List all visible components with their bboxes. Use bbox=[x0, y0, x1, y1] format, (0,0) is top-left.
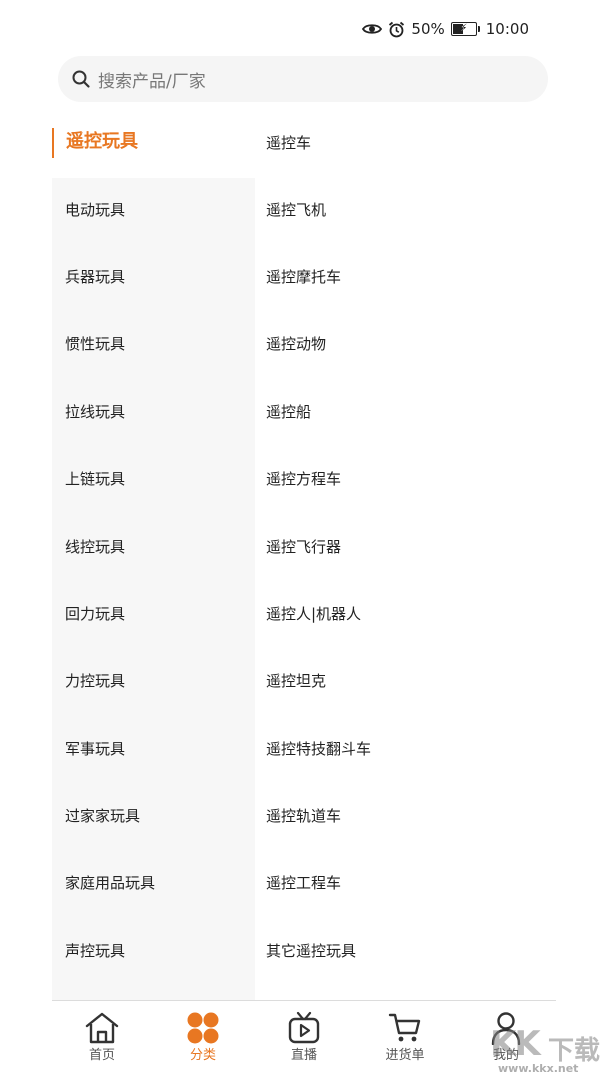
tab-home[interactable]: 首页 bbox=[62, 1011, 142, 1065]
tab-live[interactable]: 直播 bbox=[264, 1011, 344, 1065]
tab-category[interactable]: 分类 bbox=[163, 1011, 243, 1065]
category-item[interactable]: 惯性玩具 bbox=[65, 333, 125, 355]
live-tv-icon bbox=[288, 1011, 320, 1044]
search-icon bbox=[72, 70, 90, 88]
search-bar[interactable]: 搜索产品/厂家 bbox=[58, 56, 548, 102]
watermark-url: www.kkx.net bbox=[498, 1062, 579, 1075]
charging-bolt-icon: ⚡ bbox=[460, 23, 468, 34]
subcategory-item[interactable]: 遥控轨道车 bbox=[266, 805, 341, 827]
tab-cart[interactable]: 进货单 bbox=[365, 1011, 445, 1065]
bottom-nav-divider bbox=[52, 1000, 556, 1001]
subcategory-item[interactable]: 遥控飞行器 bbox=[266, 536, 341, 558]
category-item[interactable]: 家庭用品玩具 bbox=[65, 872, 155, 894]
tab-category-label: 分类 bbox=[189, 1048, 216, 1063]
subcategory-item[interactable]: 遥控坦克 bbox=[266, 670, 326, 692]
watermark-logo: KK bbox=[490, 1024, 541, 1064]
category-item[interactable]: 声控玩具 bbox=[65, 940, 125, 962]
subcategory-item[interactable]: 遥控动物 bbox=[266, 333, 326, 355]
category-item[interactable]: 电动玩具 bbox=[65, 199, 125, 221]
tab-live-label: 直播 bbox=[290, 1048, 317, 1063]
cart-icon bbox=[388, 1013, 421, 1042]
alarm-icon bbox=[389, 21, 405, 37]
tab-cart-label: 进货单 bbox=[385, 1048, 425, 1063]
battery-percent: 50% bbox=[411, 20, 445, 38]
clock: 10:00 bbox=[485, 20, 529, 38]
active-indicator bbox=[52, 128, 54, 158]
category-item[interactable]: 线控玩具 bbox=[65, 536, 125, 558]
category-item[interactable]: 拉线玩具 bbox=[65, 401, 125, 423]
category-item[interactable]: 兵器玩具 bbox=[65, 266, 125, 288]
subcategory-item[interactable]: 其它遥控玩具 bbox=[266, 940, 356, 962]
subcategory-item[interactable]: 遥控工程车 bbox=[266, 872, 341, 894]
kkx-watermark: KK 下载 www.kkx.net bbox=[490, 1024, 602, 1076]
subcategory-item[interactable]: 遥控人|机器人 bbox=[266, 603, 361, 625]
tab-home-label: 首页 bbox=[88, 1048, 115, 1063]
subcategory-item[interactable]: 遥控车 bbox=[266, 132, 311, 154]
home-icon bbox=[85, 1012, 119, 1044]
eye-icon bbox=[362, 24, 383, 34]
status-indicators: 50% ⚡ 10:00 bbox=[362, 18, 529, 40]
category-item[interactable]: 力控玩具 bbox=[65, 670, 125, 692]
subcategory-item[interactable]: 遥控摩托车 bbox=[266, 266, 341, 288]
category-item-active[interactable]: 遥控玩具 bbox=[66, 131, 138, 153]
battery-icon: ⚡ bbox=[450, 22, 480, 36]
subcategory-item[interactable]: 遥控特技翻斗车 bbox=[266, 738, 371, 760]
subcategory-item[interactable]: 遥控船 bbox=[266, 401, 311, 423]
category-item[interactable]: 军事玩具 bbox=[65, 738, 125, 760]
category-item[interactable]: 回力玩具 bbox=[65, 603, 125, 625]
subcategory-item[interactable]: 遥控飞机 bbox=[266, 199, 326, 221]
search-placeholder: 搜索产品/厂家 bbox=[98, 71, 206, 92]
category-item[interactable]: 过家家玩具 bbox=[65, 805, 140, 827]
category-item[interactable]: 上链玩具 bbox=[65, 468, 125, 490]
status-bar: 50% ⚡ 10:00 bbox=[0, 0, 607, 58]
subcategory-item[interactable]: 遥控方程车 bbox=[266, 468, 341, 490]
category-icon bbox=[187, 1012, 219, 1044]
